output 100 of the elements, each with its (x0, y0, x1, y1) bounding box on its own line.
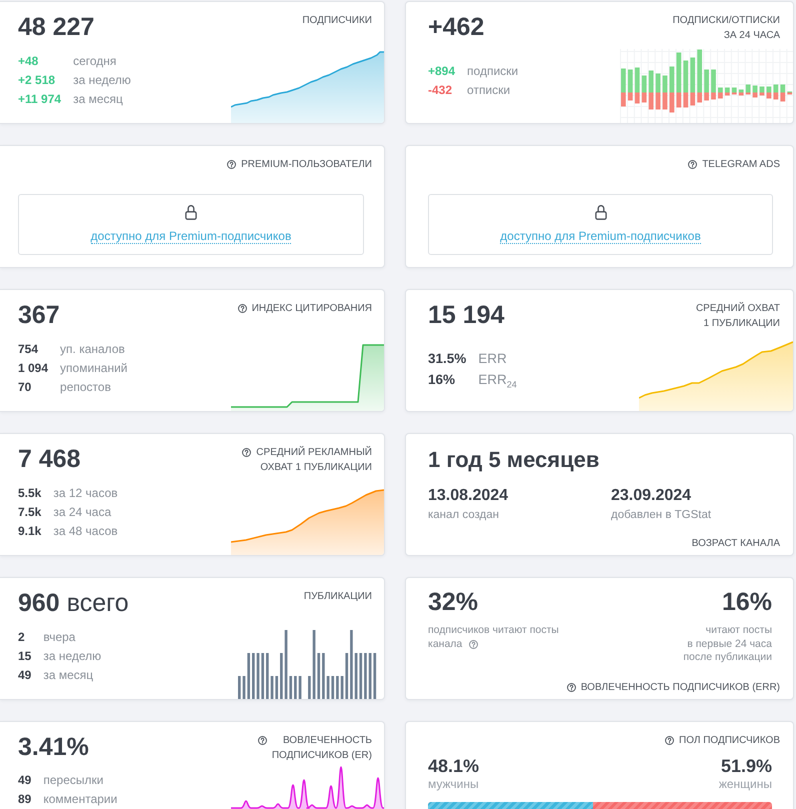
publication-bar (336, 676, 339, 699)
unsubscriptions-bar (704, 92, 709, 100)
subscriptions-bar (676, 52, 682, 92)
unsubscriptions-bar (621, 92, 626, 106)
publication-bar (298, 676, 302, 699)
publication-bar (364, 653, 367, 699)
publication-bar (368, 653, 372, 699)
date-label: добавлен в TGStat (611, 508, 712, 523)
card-title: ВОВЛЕЧЕННОСТЬ ПОДПИСЧИКОВ (ER) (272, 734, 372, 763)
metric-value: +462 (428, 12, 484, 42)
help-icon[interactable] (688, 160, 698, 169)
subscriptions-bar (773, 84, 778, 92)
stat-label: отписки (467, 82, 510, 98)
value-unit: всего (66, 588, 129, 618)
subscriptions-bar (690, 58, 696, 92)
subscriptions-bar (711, 70, 716, 92)
publication-bar (359, 653, 362, 699)
stat-value: 49 (18, 772, 32, 789)
date-label: канал создан (428, 508, 499, 523)
subscriptions-bar (760, 86, 764, 92)
stat-label: ERR$_{24}$ (478, 370, 517, 390)
unsubscriptions-bar (670, 92, 674, 112)
unsubscriptions-bar (766, 92, 772, 98)
unsubscriptions-bar (662, 92, 668, 110)
card-title: PREMIUM-ПОЛЬЗОВАТЕЛИ (241, 158, 372, 172)
publication-bar (308, 676, 311, 699)
note-text: читают посты (706, 624, 772, 638)
lock-icon (185, 205, 197, 220)
help-icon[interactable] (665, 736, 674, 745)
publication-bar (289, 676, 292, 699)
subscriptions-bar (738, 90, 744, 92)
subscriptions-bar (746, 84, 751, 92)
percent-value: 16% (722, 587, 772, 617)
stat-value: 5.5k (18, 485, 42, 502)
stat-label: подписки (467, 62, 518, 80)
stat-label: упоминаний (60, 360, 128, 377)
stat-label: пересылки (43, 772, 104, 789)
help-icon[interactable] (469, 640, 478, 649)
card-title: ИНДЕКС ЦИТИРОВАНИЯ (252, 302, 372, 316)
unsubscriptions-bar (642, 92, 647, 102)
publication-bar (317, 653, 320, 699)
stat-label: за 24 часа (53, 504, 112, 521)
date-value: 13.08.2024 (428, 486, 508, 506)
publication-bar (242, 676, 246, 699)
stat-label: за месяц (73, 91, 123, 108)
premium-link[interactable]: доступно для Premium-подписчиков (500, 229, 701, 244)
unsubscriptions-bar (683, 92, 688, 108)
publication-bar (373, 653, 376, 699)
stat-value: +48 (18, 53, 38, 70)
stat-label: ERR (478, 350, 507, 368)
unsubscriptions-bar (697, 92, 702, 102)
publication-bar (354, 653, 358, 699)
unsubscriptions-bar (760, 92, 764, 96)
stat-value: -432 (428, 82, 452, 98)
subscriptions-bar (656, 74, 660, 92)
age-value: 1 год 5 месяцев (428, 446, 600, 474)
publication-bar (238, 676, 241, 699)
help-icon[interactable] (238, 304, 247, 313)
help-icon[interactable] (258, 736, 267, 745)
stat-value: 7.5k (18, 504, 42, 521)
stat-label: сегодня (73, 53, 116, 70)
unsubscriptions-bar (724, 92, 730, 96)
unsubscriptions-bar (628, 92, 633, 100)
group-label: женщины (718, 777, 772, 792)
help-icon[interactable] (242, 448, 252, 457)
publication-bar (252, 653, 255, 699)
card-title: СРЕДНИЙ ОХВАТ 1 ПУБЛИКАЦИИ (696, 301, 780, 331)
percent-value: 51.9% (720, 755, 772, 777)
help-icon[interactable] (227, 160, 236, 169)
subscriptions-bar (648, 70, 654, 92)
publication-bar (284, 630, 288, 699)
stat-value: +11 974 (18, 91, 62, 108)
unsubscriptions-bar (690, 92, 696, 106)
metric-value: 367 (18, 300, 60, 330)
publication-bar (266, 653, 269, 699)
percent-value: 48.1% (428, 755, 480, 777)
subscriptions-bar (621, 68, 626, 92)
stat-label: за 48 часов (53, 523, 118, 540)
subscriptions-bar (670, 66, 674, 92)
percent-value: 32% (428, 587, 478, 617)
metric-value: 7 468 (18, 444, 81, 474)
metric-value: 960 (18, 588, 60, 618)
subscriptions-bar (683, 60, 688, 92)
stat-value: 70 (18, 379, 32, 396)
subscriptions-bar (766, 86, 772, 92)
note-text: подписчиков читают посты (428, 624, 559, 638)
help-icon[interactable] (566, 683, 576, 692)
card-title: СРЕДНИЙ РЕКЛАМНЫЙ ОХВАТ 1 ПУБЛИКАЦИИ (256, 445, 372, 475)
stat-value: 9.1k (18, 523, 42, 540)
publication-bar (350, 630, 353, 699)
stat-value: 2 (18, 629, 25, 646)
card-title: ПОЛ ПОДПИСЧИКОВ (679, 734, 780, 748)
subscriptions-bar (704, 70, 709, 92)
stat-value: +894 (428, 62, 456, 80)
metric-value: 15 194 (428, 300, 504, 330)
subscriptions-bar (662, 76, 668, 92)
publication-bar (256, 653, 260, 699)
unsubscriptions-bar (656, 92, 660, 110)
premium-link[interactable]: доступно для Premium-подписчиков (90, 229, 292, 244)
publication-bar (326, 676, 330, 699)
